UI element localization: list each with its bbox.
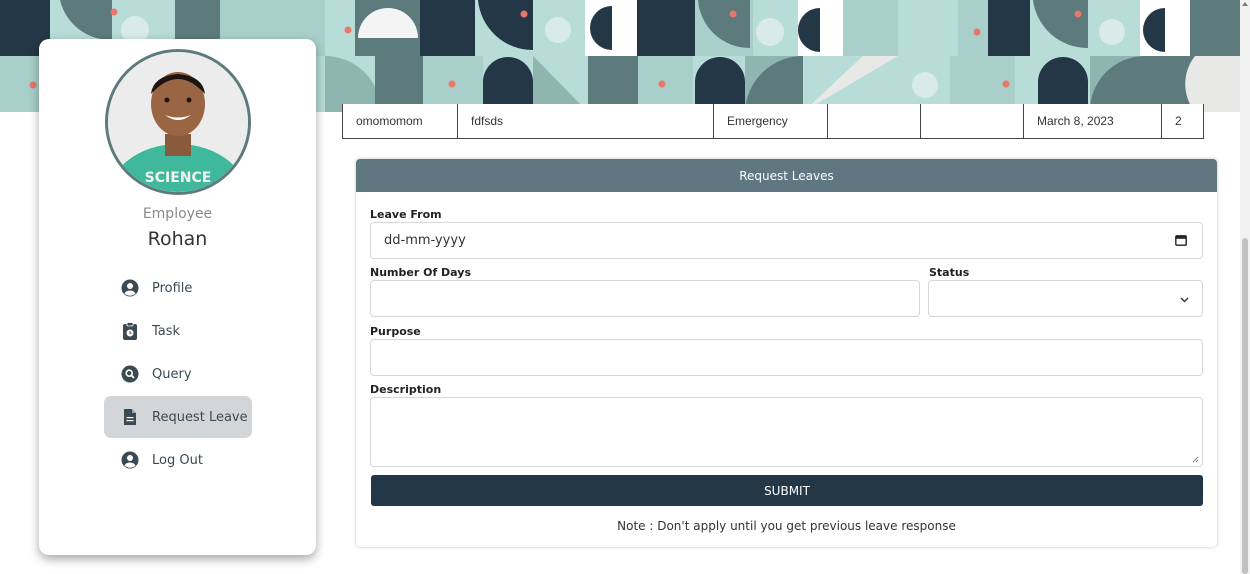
number-of-days-input[interactable] — [370, 280, 920, 317]
nav-label-task: Task — [152, 323, 181, 339]
leave-from-date-input[interactable]: dd-mm-yyyy — [370, 222, 1203, 259]
table-cell — [828, 104, 921, 138]
search-circle-icon — [121, 365, 139, 383]
resize-handle-icon[interactable] — [1191, 455, 1199, 463]
status-select[interactable] — [928, 280, 1203, 317]
clipboard-icon — [123, 322, 137, 340]
purpose-label: Purpose — [370, 325, 421, 338]
table-cell: March 8, 2023 — [1024, 104, 1162, 138]
table-cell: omomomom — [343, 104, 458, 138]
leave-from-label: Leave From — [370, 208, 442, 221]
calendar-icon[interactable] — [1175, 234, 1187, 246]
description-label: Description — [370, 383, 442, 396]
table-cell — [921, 104, 1024, 138]
file-icon — [124, 409, 136, 425]
number-of-days-label: Number Of Days — [370, 266, 471, 279]
chevron-down-icon — [1180, 297, 1189, 303]
scroll-up-arrow-icon[interactable] — [1242, 2, 1248, 6]
status-label: Status — [929, 266, 970, 279]
table-cell: Emergency — [714, 104, 828, 138]
nav-label-profile: Profile — [152, 280, 193, 296]
nav-item-task[interactable]: Task — [104, 310, 180, 352]
leave-note: Note : Don't apply until you get previou… — [617, 519, 956, 533]
date-placeholder: dd-mm-yyyy — [384, 233, 466, 248]
purpose-input[interactable] — [370, 339, 1203, 376]
nav-label-query: Query — [152, 366, 192, 382]
nav-label-request-leave: Request Leave — [152, 409, 248, 425]
sidebar: SCIENCE Employee Rohan Profile Task Quer… — [39, 39, 316, 555]
nav-item-log-out[interactable]: Log Out — [104, 439, 203, 481]
avatar: SCIENCE — [105, 49, 251, 195]
user-name: Rohan — [147, 228, 208, 250]
table-cell: 2 — [1175, 114, 1182, 128]
leave-table-row: omomomom fdfsds Emergency March 8, 2023 … — [342, 104, 1204, 139]
request-leaves-card: Request Leaves Leave From dd-mm-yyyy Num… — [356, 159, 1217, 547]
card-title: Request Leaves — [356, 159, 1217, 192]
user-role: Employee — [142, 206, 213, 222]
nav-item-request-leave[interactable]: Request Leave — [104, 396, 252, 438]
nav-label-log-out: Log Out — [152, 452, 203, 468]
submit-button[interactable]: SUBMIT — [371, 475, 1203, 506]
description-textarea[interactable] — [370, 397, 1203, 467]
user-circle-icon — [121, 451, 139, 469]
table-cell: fdfsds — [458, 104, 714, 138]
user-circle-icon — [121, 279, 139, 297]
scrollbar-thumb[interactable] — [1242, 238, 1248, 574]
nav-item-profile[interactable]: Profile — [104, 267, 192, 309]
avatar-shirt-text: SCIENCE — [145, 170, 212, 186]
nav-item-query[interactable]: Query — [104, 353, 192, 395]
